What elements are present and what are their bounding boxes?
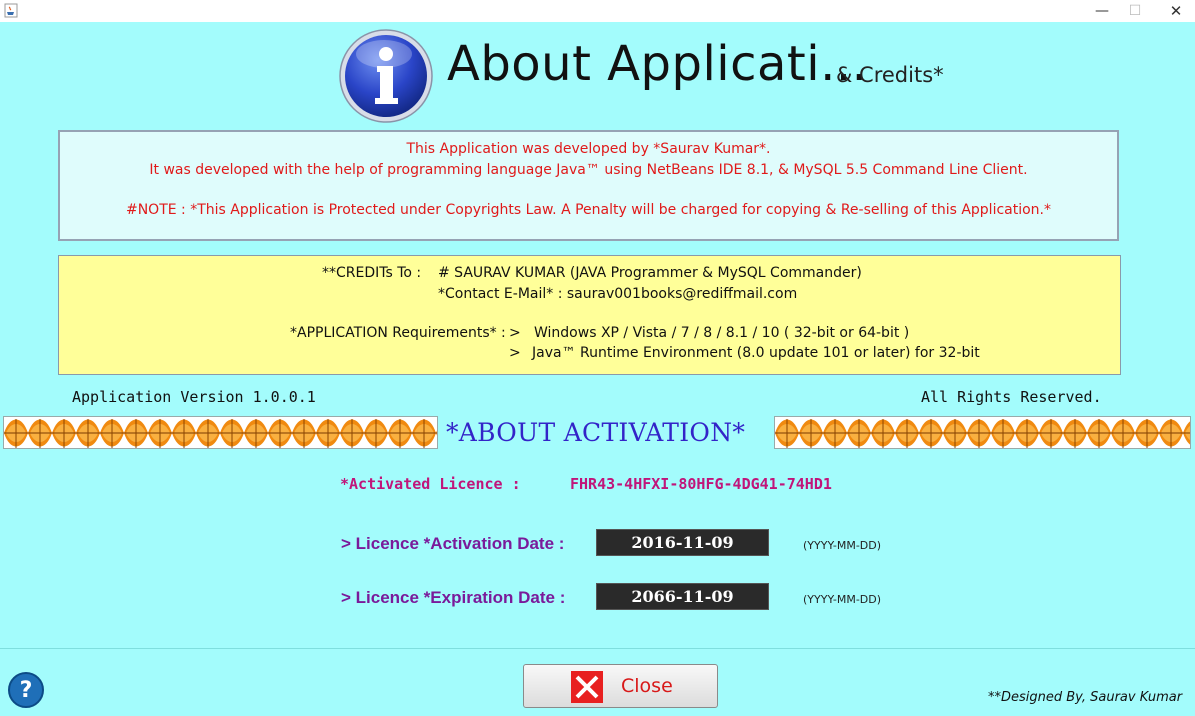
developer-note-panel: This Application was developed by *Saura…	[58, 130, 1119, 241]
activation-date-label: > Licence *Activation Date :	[341, 534, 565, 553]
close-icon	[571, 671, 603, 703]
expiration-date-format: (YYYY-MM-DD)	[803, 593, 882, 606]
page-title: About Applicati...	[447, 36, 868, 92]
requirement-jre: Java™ Runtime Environment (8.0 update 10…	[532, 345, 980, 361]
requirements-label: *APPLICATION Requirements* :	[290, 325, 506, 341]
activation-date-field[interactable]: 2016-11-09	[596, 529, 769, 556]
expiration-date-label: > Licence *Expiration Date :	[341, 588, 566, 607]
minimize-button[interactable]: —	[1084, 0, 1120, 22]
requirement-marker: >	[509, 345, 521, 361]
application-version: Application Version 1.0.0.1	[72, 388, 316, 406]
wave-pattern-icon	[775, 417, 1190, 448]
help-icon: ?	[19, 677, 33, 703]
copyright-note: #NOTE : *This Application is Protected u…	[125, 202, 1052, 218]
requirement-marker: >	[509, 325, 521, 341]
expiration-date-field[interactable]: 2066-11-09	[596, 583, 769, 610]
credits-name: # SAURAV KUMAR (JAVA Programmer & MySQL …	[438, 265, 862, 281]
window-close-button[interactable]: ✕	[1158, 0, 1194, 22]
credits-label: **CREDITs To :	[322, 265, 422, 281]
divider	[0, 648, 1195, 649]
close-button-label: Close	[621, 675, 673, 697]
credits-subtitle: & Credits*	[836, 63, 944, 87]
developer-line: This Application was developed by *Saura…	[406, 141, 771, 157]
licence-label: *Activated Licence :	[340, 475, 521, 493]
activation-date-format: (YYYY-MM-DD)	[803, 539, 882, 552]
rights-text: All Rights Reserved.	[921, 388, 1102, 406]
title-bar: — ☐ ✕	[0, 0, 1195, 22]
decorative-wave-banner	[774, 416, 1191, 449]
close-button[interactable]: Close	[523, 664, 718, 708]
licence-key: FHR43-4HFXI-80HFG-4DG41-74HD1	[570, 475, 832, 493]
designer-credit: **Designed By, Saurav Kumar	[988, 690, 1183, 705]
maximize-button[interactable]: ☐	[1117, 0, 1153, 22]
wave-pattern-icon	[4, 417, 437, 448]
requirement-os: Windows XP / Vista / 7 / 8 / 8.1 / 10 ( …	[534, 325, 910, 341]
info-icon	[339, 29, 433, 123]
activation-section-title: *ABOUT ACTIVATION*	[446, 418, 746, 447]
java-cup-icon	[4, 3, 18, 18]
contact-email: *Contact E-Mail* : saurav001books@rediff…	[438, 286, 798, 302]
credits-panel: **CREDITs To : # SAURAV KUMAR (JAVA Prog…	[58, 255, 1121, 375]
help-button[interactable]: ?	[8, 672, 44, 708]
decorative-wave-banner	[3, 416, 438, 449]
development-tools-line: It was developed with the help of progra…	[149, 162, 1028, 178]
